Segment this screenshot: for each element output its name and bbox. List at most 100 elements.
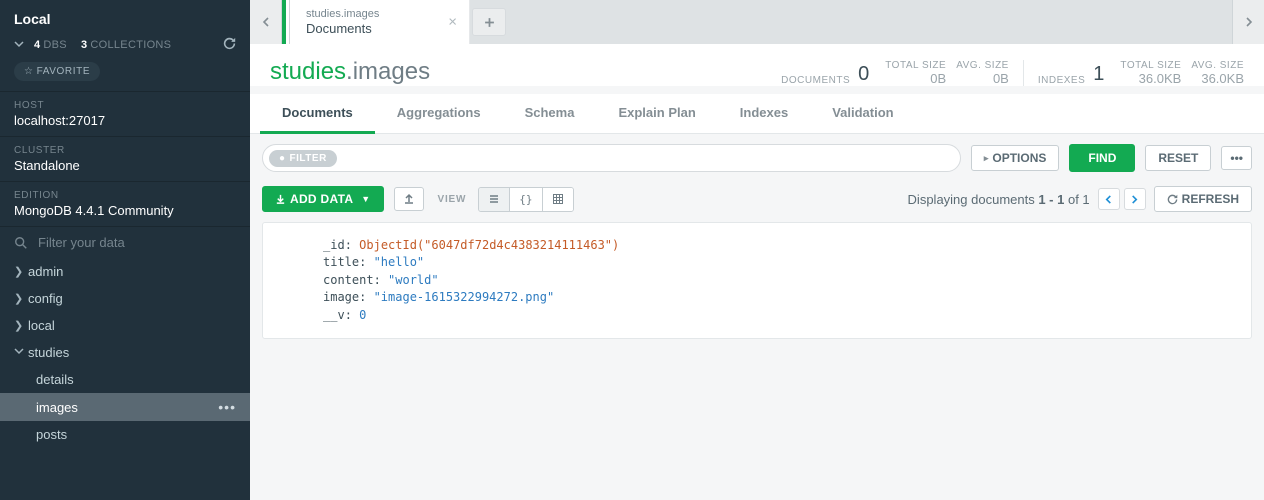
- host-section: HOST localhost:27017: [0, 91, 250, 136]
- new-tab-button[interactable]: [472, 8, 506, 36]
- sidebar-meta: 4 DBS 3 COLLECTIONS: [0, 37, 250, 62]
- chevron-down-icon: [14, 346, 28, 359]
- coll-item-images[interactable]: images •••: [0, 393, 250, 421]
- cluster-label: CLUSTER: [14, 145, 236, 156]
- chevron-right-icon: ❯: [14, 319, 28, 332]
- tab-indexes[interactable]: Indexes: [718, 94, 810, 133]
- star-icon: ☆: [24, 66, 34, 77]
- options-button[interactable]: OPTIONS: [971, 145, 1060, 171]
- cluster-value: Standalone: [14, 158, 236, 173]
- filter-pill: ● FILTER: [269, 150, 337, 167]
- tab-active-indicator: [282, 0, 290, 44]
- coll-count: 3: [81, 39, 87, 51]
- tab-schema[interactable]: Schema: [503, 94, 597, 133]
- namespace-header: studies.images DOCUMENTS 0 TOTAL SIZE0B …: [250, 44, 1264, 86]
- more-icon: •••: [1230, 151, 1243, 165]
- view-segmented-control: {}: [478, 187, 573, 212]
- chevron-down-icon[interactable]: [14, 39, 24, 52]
- stat-documents-label: DOCUMENTS: [781, 75, 850, 86]
- db-item-config[interactable]: ❯config: [0, 285, 250, 312]
- host-value: localhost:27017: [14, 113, 236, 128]
- db-count: 4: [34, 39, 40, 51]
- workspace-tab-subtitle: Documents: [306, 21, 379, 36]
- db-label: studies: [28, 345, 69, 360]
- main-area: studies.images Documents × studies.image…: [250, 0, 1264, 500]
- stat-idx-avgsize-value: 36.0KB: [1201, 71, 1244, 86]
- tab-explain-plan[interactable]: Explain Plan: [596, 94, 717, 133]
- tab-next-button[interactable]: [1232, 0, 1264, 44]
- more-menu-button[interactable]: •••: [1221, 146, 1252, 170]
- host-label: HOST: [14, 100, 236, 111]
- query-bar: ● FILTER OPTIONS FIND RESET •••: [250, 134, 1264, 182]
- sidebar: Local 4 DBS 3 COLLECTIONS ☆FAVORITE HOST…: [0, 0, 250, 500]
- tab-validation[interactable]: Validation: [810, 94, 915, 133]
- stat-idx-avgsize-label: AVG. SIZE: [1191, 60, 1244, 71]
- coll-label: details: [36, 372, 74, 387]
- stat-totalsize-value: 0B: [930, 71, 946, 86]
- coll-item-posts[interactable]: posts: [0, 421, 250, 448]
- find-button[interactable]: FIND: [1069, 144, 1135, 172]
- favorite-label: FAVORITE: [37, 66, 91, 77]
- tab-prev-button[interactable]: [250, 0, 282, 44]
- doc-field-content: content: "world": [283, 272, 1231, 289]
- add-data-label: ADD DATA: [290, 192, 353, 206]
- db-count-label: DBS: [43, 39, 67, 51]
- coll-item-details[interactable]: details: [0, 366, 250, 393]
- coll-label: images: [36, 400, 78, 415]
- page-prev-button[interactable]: [1098, 188, 1120, 210]
- tab-aggregations[interactable]: Aggregations: [375, 94, 503, 133]
- tab-documents[interactable]: Documents: [260, 94, 375, 134]
- filter-pill-label: FILTER: [290, 153, 327, 164]
- database-tree: ❯admin ❯config ❯local studies details im…: [0, 258, 250, 500]
- table-icon: [552, 193, 564, 205]
- export-button[interactable]: [394, 187, 424, 211]
- caret-down-icon: ▼: [361, 194, 370, 204]
- download-icon: [275, 194, 286, 205]
- reset-label: RESET: [1158, 151, 1198, 165]
- workspace-tab[interactable]: studies.images Documents ×: [290, 0, 470, 44]
- connection-title: Local: [0, 0, 250, 37]
- close-icon[interactable]: ×: [448, 14, 457, 31]
- add-data-button[interactable]: ADD DATA ▼: [262, 186, 384, 212]
- reset-button[interactable]: RESET: [1145, 145, 1211, 171]
- doc-field-v: __v: 0: [283, 307, 1231, 324]
- chevron-left-icon: [1104, 195, 1113, 204]
- db-item-local[interactable]: ❯local: [0, 312, 250, 339]
- coll-count-label: COLLECTIONS: [90, 39, 171, 51]
- more-icon[interactable]: •••: [218, 399, 236, 415]
- stat-indexes-value: 1: [1093, 63, 1104, 86]
- document-card[interactable]: _id: ObjectId("6047df72d4c4383214111463"…: [262, 222, 1252, 339]
- db-item-studies[interactable]: studies: [0, 339, 250, 366]
- documents-toolbar: ADD DATA▼ VIEW {} Displaying documents 1…: [250, 182, 1264, 222]
- db-item-admin[interactable]: ❯admin: [0, 258, 250, 285]
- stat-avgsize-value: 0B: [993, 71, 1009, 86]
- reset-dot-icon: ●: [279, 153, 286, 164]
- refresh-icon: [1167, 194, 1178, 205]
- stat-totalsize-label: TOTAL SIZE: [885, 60, 946, 71]
- doc-field-title: title: "hello": [283, 254, 1231, 271]
- refresh-icon[interactable]: [223, 37, 236, 53]
- search-icon: [14, 236, 28, 250]
- view-label: VIEW: [438, 194, 467, 205]
- view-table-button[interactable]: [543, 188, 573, 211]
- stat-indexes-label: INDEXES: [1038, 75, 1085, 86]
- stat-documents-value: 0: [858, 63, 869, 86]
- view-json-button[interactable]: {}: [510, 188, 542, 211]
- filter-data-row: [0, 226, 250, 258]
- refresh-button[interactable]: REFRESH: [1154, 186, 1252, 212]
- page-next-button[interactable]: [1124, 188, 1146, 210]
- edition-value: MongoDB 4.4.1 Community: [14, 203, 236, 218]
- tab-strip: studies.images Documents ×: [250, 0, 1264, 44]
- stat-idx-totalsize-value: 36.0KB: [1139, 71, 1182, 86]
- filter-input-wrap[interactable]: ● FILTER: [262, 144, 961, 172]
- favorite-button[interactable]: ☆FAVORITE: [14, 62, 100, 81]
- namespace-coll: .images: [346, 58, 430, 85]
- workspace-tab-title: studies.images: [306, 8, 379, 21]
- doc-field-id: _id: ObjectId("6047df72d4c4383214111463"…: [283, 237, 1231, 254]
- filter-input[interactable]: [38, 235, 236, 250]
- options-label: OPTIONS: [992, 151, 1046, 165]
- chevron-right-icon: [1130, 195, 1139, 204]
- collection-tabs: Documents Aggregations Schema Explain Pl…: [250, 94, 1264, 134]
- view-list-button[interactable]: [479, 188, 510, 211]
- stat-idx-totalsize-label: TOTAL SIZE: [1120, 60, 1181, 71]
